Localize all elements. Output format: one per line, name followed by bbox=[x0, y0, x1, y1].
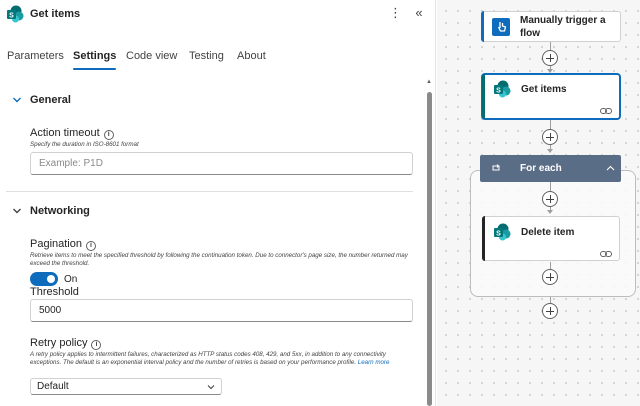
toggle-knob bbox=[47, 275, 55, 283]
sharepoint-icon: S bbox=[494, 80, 511, 98]
chevron-down-icon bbox=[13, 97, 21, 103]
pagination-toggle[interactable] bbox=[30, 272, 58, 286]
sharepoint-icon: S bbox=[7, 5, 24, 23]
manual-trigger-icon bbox=[492, 18, 510, 36]
panel-scrollbar[interactable] bbox=[425, 86, 433, 406]
networking-section-header[interactable]: Networking bbox=[0, 196, 412, 226]
retry-policy-hint: A retry policy applies to intermittent f… bbox=[30, 351, 390, 366]
tab-settings[interactable]: Settings bbox=[73, 50, 117, 72]
connector-arrow bbox=[547, 149, 553, 153]
info-icon[interactable]: i bbox=[86, 241, 96, 251]
for-each-title: For each bbox=[520, 163, 562, 174]
threshold-input[interactable] bbox=[30, 299, 413, 322]
delete-item-card-title: Delete item bbox=[521, 227, 575, 238]
svg-text:S: S bbox=[9, 12, 14, 19]
tab-parameters[interactable]: Parameters bbox=[7, 50, 64, 72]
add-step-button[interactable] bbox=[542, 269, 558, 285]
learn-more-link[interactable]: Learn more bbox=[358, 359, 390, 366]
panel-header: S Get items ⋮ « bbox=[0, 0, 435, 30]
retry-policy-select[interactable]: Default bbox=[30, 378, 222, 395]
card-accent bbox=[482, 216, 485, 261]
svg-text:S: S bbox=[496, 87, 501, 94]
add-step-button[interactable] bbox=[542, 303, 558, 319]
info-icon[interactable]: i bbox=[103, 130, 114, 140]
pagination-toggle-state: On bbox=[64, 274, 78, 285]
link-icon bbox=[600, 251, 612, 257]
loop-icon bbox=[492, 164, 500, 171]
retry-policy-selected: Default bbox=[37, 381, 69, 392]
action-settings-panel: S Get items ⋮ « Parameters Settings Code… bbox=[0, 0, 436, 406]
info-icon[interactable]: i bbox=[91, 340, 102, 350]
connector-line bbox=[550, 262, 551, 269]
pagination-hint: Retrieve items to meet the specified thr… bbox=[30, 252, 408, 267]
retry-policy-label: Retry policy i bbox=[30, 337, 102, 350]
sharepoint-icon: S bbox=[494, 223, 511, 241]
chevron-up-icon[interactable] bbox=[606, 164, 615, 173]
section-divider bbox=[6, 191, 413, 192]
connector-line bbox=[550, 120, 551, 129]
double-chevron-left-icon[interactable]: « bbox=[412, 5, 426, 21]
tab-code-view[interactable]: Code view bbox=[126, 50, 177, 72]
scroll-up-arrow[interactable]: ▲ bbox=[425, 78, 433, 86]
chevron-down-icon bbox=[13, 208, 21, 214]
link-icon bbox=[600, 108, 612, 114]
networking-section-title: Networking bbox=[30, 205, 90, 217]
chevron-down-icon bbox=[207, 385, 215, 390]
more-vertical-icon[interactable]: ⋮ bbox=[389, 5, 402, 21]
svg-text:S: S bbox=[496, 230, 501, 237]
general-section-header[interactable]: General bbox=[0, 85, 412, 115]
card-accent bbox=[481, 11, 484, 42]
trigger-card[interactable]: Manually trigger a flow bbox=[481, 11, 621, 42]
get-items-card[interactable]: S Get items bbox=[482, 74, 620, 119]
panel-title: Get items bbox=[30, 8, 81, 20]
tab-about[interactable]: About bbox=[237, 50, 266, 72]
action-timeout-hint: Specify the duration in ISO-8601 format bbox=[30, 141, 139, 148]
action-timeout-input[interactable] bbox=[30, 152, 413, 175]
connector-arrow bbox=[547, 69, 553, 73]
trigger-card-title: Manually trigger a flow bbox=[520, 15, 606, 39]
add-step-button[interactable] bbox=[542, 50, 558, 66]
tab-list: Parameters Settings Code view Testing Ab… bbox=[0, 50, 435, 72]
for-each-header[interactable]: For each bbox=[480, 155, 621, 182]
get-items-card-title: Get items bbox=[521, 84, 567, 95]
flow-canvas[interactable]: Manually trigger a flow S Get items For … bbox=[437, 0, 640, 406]
connector-line bbox=[550, 182, 551, 191]
general-section-title: General bbox=[30, 94, 71, 106]
connector-arrow bbox=[547, 210, 553, 214]
action-timeout-label: Action timeout i bbox=[30, 127, 114, 140]
scrollbar-thumb[interactable] bbox=[427, 92, 432, 406]
tab-testing[interactable]: Testing bbox=[189, 50, 224, 72]
add-step-button[interactable] bbox=[542, 191, 558, 207]
pagination-label: Pagination i bbox=[30, 238, 96, 251]
delete-item-card[interactable]: S Delete item bbox=[482, 216, 620, 261]
add-step-button[interactable] bbox=[542, 129, 558, 145]
card-accent bbox=[482, 74, 485, 119]
threshold-label: Threshold bbox=[30, 286, 79, 298]
